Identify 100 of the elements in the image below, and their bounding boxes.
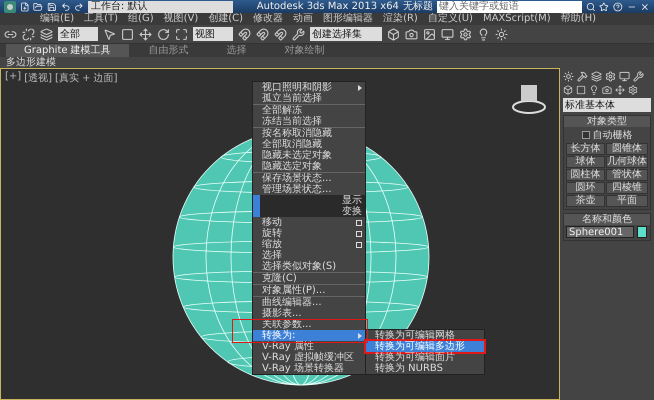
rotate-icon[interactable] xyxy=(157,28,170,40)
primitive-button[interactable]: 平面 xyxy=(606,195,648,207)
menu-item[interactable]: 创建(C) xyxy=(208,13,244,25)
checkbox-label: 自动栅格 xyxy=(592,128,632,142)
lights-icon[interactable] xyxy=(589,85,599,95)
light-icon[interactable] xyxy=(477,28,490,40)
menu-item[interactable]: 组(G) xyxy=(128,13,154,25)
options-box-icon[interactable] xyxy=(356,220,362,226)
image-icon[interactable] xyxy=(423,28,436,40)
menu-item[interactable]: 转换为: xyxy=(253,330,365,341)
layers-icon[interactable] xyxy=(40,28,53,40)
menu-item[interactable]: 摄影表... xyxy=(253,308,365,319)
menu-item[interactable]: 图形编辑器 xyxy=(323,13,374,25)
primitive-button[interactable]: 圆环 xyxy=(566,182,605,194)
viewport-label[interactable]: [透视] xyxy=(24,71,52,85)
workspace-dropdown[interactable]: 工作台: 默认 xyxy=(88,0,233,12)
category-dropdown[interactable]: 标准基本体 xyxy=(563,98,651,112)
new-file-icon[interactable] xyxy=(20,2,30,12)
options-box-icon[interactable] xyxy=(356,242,362,248)
primitive-button[interactable]: 圆柱体 xyxy=(566,169,605,181)
checkbox[interactable] xyxy=(582,131,590,139)
rectangle-select-icon[interactable] xyxy=(121,28,134,40)
menu-item[interactable]: 修改器 xyxy=(253,13,284,25)
menu-item[interactable]: 编辑(E) xyxy=(40,13,74,25)
redo-icon[interactable] xyxy=(74,2,84,12)
menu-item[interactable]: 动画 xyxy=(293,13,314,25)
display-icon[interactable] xyxy=(619,71,630,82)
menu-item[interactable]: 帮助(H) xyxy=(560,13,596,25)
primitive-button[interactable]: 圆锥体 xyxy=(606,143,648,155)
menu-item[interactable]: 转换为可编辑面片 xyxy=(366,352,484,363)
geometry-icon[interactable] xyxy=(563,85,573,95)
help-icon[interactable] xyxy=(613,2,623,12)
menu-item[interactable]: 自定义(U) xyxy=(428,13,473,25)
unlink-icon[interactable] xyxy=(22,28,35,40)
viewport[interactable] xyxy=(0,68,560,400)
snap-icon[interactable] xyxy=(238,28,251,40)
save-icon[interactable] xyxy=(46,2,57,12)
rollout-title[interactable]: 对象类型 xyxy=(564,116,650,127)
viewport-label[interactable]: [真实 + 边面] xyxy=(55,71,118,85)
file-name: 无标题 xyxy=(402,0,433,12)
menu-item[interactable]: 旋转 xyxy=(253,228,365,239)
primitive-button[interactable]: 几何球体 xyxy=(606,156,648,168)
ribbon-tab[interactable]: 自由形式 xyxy=(130,44,207,57)
selection-set-dropdown[interactable]: 创建选择集 xyxy=(310,27,382,41)
folder-icon[interactable] xyxy=(33,2,43,12)
menu-item[interactable]: 选择类似对象(S) xyxy=(253,261,365,272)
app-logo-icon[interactable] xyxy=(4,0,16,12)
menu-item[interactable]: 冻结当前选择 xyxy=(253,116,365,127)
cameras-icon[interactable] xyxy=(602,85,612,95)
menu-item[interactable]: 曲线编辑器... xyxy=(253,297,365,308)
primitive-button[interactable]: 管状体 xyxy=(606,169,648,181)
menu-item[interactable]: V-Ray 场景转换器 xyxy=(253,363,365,374)
camera-icon[interactable] xyxy=(405,28,418,40)
menu-item[interactable]: 对象属性(P)... xyxy=(253,285,365,296)
box-icon[interactable] xyxy=(387,28,400,40)
utilities-icon[interactable] xyxy=(633,71,644,82)
primitive-button[interactable]: 茶壶 xyxy=(566,195,605,207)
menu-item[interactable]: MAXScript(M) xyxy=(482,13,551,25)
rollout-title[interactable]: 名称和颜色 xyxy=(564,214,650,225)
menu-item[interactable]: 选择 xyxy=(253,250,365,261)
menu-item[interactable]: 渲染(R) xyxy=(383,13,418,25)
ribbon-tab[interactable]: 选择 xyxy=(208,44,265,57)
menu-item[interactable]: 移动 xyxy=(253,217,365,228)
menu-item[interactable]: 孤立当前选择 xyxy=(253,93,365,104)
search-icon[interactable] xyxy=(586,2,596,12)
menu-header: 显示 xyxy=(342,195,363,206)
name-field[interactable]: Sphere001 xyxy=(566,226,634,238)
menu-item[interactable]: 全部解冻 xyxy=(253,105,365,116)
menu-item[interactable]: 隐藏选定对象 xyxy=(253,161,365,172)
menu-item[interactable]: 按名称取消隐藏 xyxy=(253,128,365,139)
coordinate-dropdown[interactable]: 视图 xyxy=(193,27,233,41)
menu-item[interactable]: 视图(V) xyxy=(164,13,198,25)
menu-item[interactable]: 转换为可编辑多边形 xyxy=(366,341,484,352)
wrench-icon[interactable] xyxy=(292,28,305,40)
menu-header: 变换 xyxy=(342,206,363,217)
menu-item[interactable]: 保存场景状态... xyxy=(253,173,365,184)
menu-item[interactable]: 视口照明和阴影 xyxy=(253,82,365,93)
menu-item[interactable]: 全部取消隐藏 xyxy=(253,139,365,150)
close-icon[interactable] xyxy=(640,2,650,12)
ribbon-tab[interactable]: Graphite 建模工具 xyxy=(6,44,129,57)
viewport-label[interactable]: [+] xyxy=(5,71,22,85)
color-swatch[interactable] xyxy=(637,226,647,238)
primitive-button[interactable]: 长方体 xyxy=(566,143,605,155)
move-icon[interactable] xyxy=(139,28,152,40)
pointer-icon[interactable] xyxy=(103,28,116,40)
modify-icon[interactable] xyxy=(577,71,588,82)
filter-dropdown[interactable]: 全部 xyxy=(58,27,98,41)
sun-icon[interactable] xyxy=(495,28,508,40)
monitor-icon[interactable] xyxy=(441,28,454,40)
menu-item[interactable]: V-Ray 虚拟帧缓冲区 xyxy=(253,352,365,363)
menu-item[interactable]: 转换为 NURBS xyxy=(366,363,484,374)
ribbon-tab[interactable]: 对象绘制 xyxy=(266,44,343,57)
search-field[interactable]: 键入关键字或短语 xyxy=(436,0,582,12)
undo-icon[interactable] xyxy=(60,2,70,12)
primitive-button[interactable]: 球体 xyxy=(566,156,605,168)
options-box-icon[interactable] xyxy=(356,230,362,236)
menu-item[interactable]: 转换为可编辑网格 xyxy=(366,330,484,341)
star-icon[interactable] xyxy=(599,2,610,12)
primitive-button[interactable]: 四棱锥 xyxy=(606,182,648,194)
menu-item[interactable]: 工具(T) xyxy=(84,13,118,25)
